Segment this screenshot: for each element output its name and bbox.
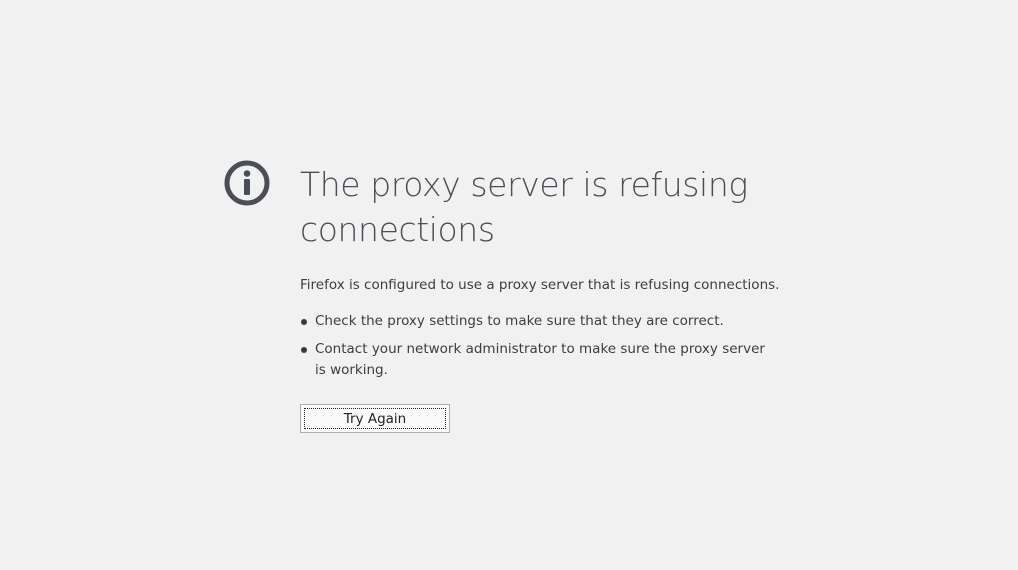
suggestion-list: Check the proxy settings to make sure th… [300,311,770,381]
list-item: Contact your network administrator to ma… [300,339,770,381]
try-again-label: Try Again [304,408,446,429]
list-item: Check the proxy settings to make sure th… [300,311,770,332]
suggestion-text: Check the proxy settings to make sure th… [315,313,724,329]
bullet-icon [301,347,307,353]
bullet-icon [301,319,307,325]
suggestion-text: Contact your network administrator to ma… [315,341,765,378]
error-content: The proxy server is refusing connections… [300,162,800,433]
info-circle-icon [224,160,270,206]
page-title: The proxy server is refusing connections [300,165,748,249]
try-again-button[interactable]: Try Again [300,404,450,433]
error-description: Firefox is configured to use a proxy ser… [300,277,780,293]
error-page: The proxy server is refusing connections… [0,0,1018,570]
